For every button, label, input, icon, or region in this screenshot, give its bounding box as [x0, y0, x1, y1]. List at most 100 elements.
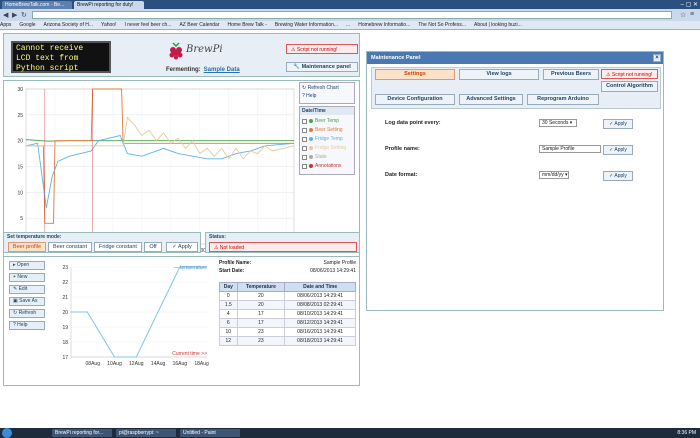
legend-item[interactable]: Fridge Temp: [302, 136, 352, 142]
bookmark-item[interactable]: About | looking buzi...: [474, 22, 522, 28]
legend-checkbox[interactable]: [302, 154, 307, 160]
taskbar-clock: 8:36 PM: [677, 430, 696, 436]
table-row[interactable]: 1.5 20 08/08/2013 02:29:41: [219, 300, 356, 310]
tab-device-configuration[interactable]: Device Configuration: [375, 94, 455, 105]
profile-open-button[interactable]: ▸ Open: [9, 261, 45, 270]
mode-off-button[interactable]: Off: [144, 242, 162, 252]
profile-refresh-button[interactable]: ↻ Refresh: [9, 309, 45, 318]
legend-color-swatch: [309, 155, 313, 159]
maintenance-script-alert: ⚠ Script not running!: [601, 69, 658, 79]
fermenting-info: Fermenting: Sample Data: [166, 67, 240, 73]
bookmark-item[interactable]: AZ Beer Calendar: [179, 22, 219, 28]
bookmark-item[interactable]: Yahoo!: [101, 22, 116, 28]
table-cell: 17: [236, 318, 286, 328]
edit-label: Edit: [18, 286, 28, 292]
tab-settings[interactable]: Settings: [375, 69, 455, 80]
profile-name-input[interactable]: Sample Profile: [539, 145, 601, 153]
profile-name-label: Profile Name:: [219, 260, 252, 266]
bookmark-item[interactable]: ...: [346, 22, 350, 28]
profile-edit-button[interactable]: ✎ Edit: [9, 285, 45, 294]
y-tick-label: 5: [20, 216, 23, 222]
url-input[interactable]: [32, 11, 672, 19]
series-line: [26, 116, 295, 160]
refresh-chart-button[interactable]: ↻ Refresh Chart: [302, 85, 352, 91]
table-cell: 08/16/2013 14:29:41: [284, 327, 356, 337]
bookmark-item[interactable]: Google: [19, 22, 35, 28]
table-row[interactable]: 6 17 08/12/2013 14:29:41: [219, 318, 356, 328]
legend-item[interactable]: Fridge Setting: [302, 145, 352, 151]
y-tick-label: 21: [62, 295, 68, 301]
maintenance-panel-button[interactable]: 🔧 Maintenance panel: [286, 62, 358, 72]
legend-checkbox[interactable]: [302, 145, 307, 151]
profile-save-as-button[interactable]: ▣ Save As: [9, 297, 45, 306]
window-controls[interactable]: – ▢ ✕: [681, 1, 698, 8]
bookmark-item[interactable]: Arizona Society of H...: [44, 22, 93, 28]
mode-beer-constant-button[interactable]: Beer constant: [48, 242, 92, 252]
legend-item[interactable]: State: [302, 154, 352, 160]
tab-control-algorithm[interactable]: Control Algorithm: [601, 81, 658, 92]
series-line: [26, 88, 294, 224]
refresh-label: Refresh: [18, 310, 37, 316]
table-row[interactable]: 10 23 08/16/2013 14:29:41: [219, 327, 356, 337]
back-icon[interactable]: ◀: [3, 11, 8, 19]
legend-head: Date/Time: [300, 107, 354, 115]
y-tick-label: 20: [17, 139, 23, 145]
reload-icon[interactable]: ↻: [21, 11, 27, 19]
fermenting-label: Fermenting:: [166, 67, 201, 73]
mode-beer-profile-button[interactable]: Beer profile: [8, 242, 46, 252]
log-interval-select[interactable]: 30 Seconds ▾: [539, 119, 577, 127]
start-button-icon[interactable]: [2, 428, 12, 438]
legend-checkbox[interactable]: [302, 136, 307, 142]
bookmark-item[interactable]: Brewing Water Information...: [275, 22, 338, 28]
star-icon[interactable]: ☆: [680, 11, 686, 19]
bookmark-item[interactable]: Home Brew Talk -: [228, 22, 267, 28]
table-row[interactable]: 4 17 08/10/2013 14:29:41: [219, 309, 356, 319]
start-date-value: 08/06/2013 14:29:41: [310, 268, 356, 274]
maintenance-title-bar: Maintenance Panel ×: [367, 52, 663, 64]
mode-fridge-constant-button[interactable]: Fridge constant: [94, 242, 142, 252]
profile-name-apply-button[interactable]: ✓ Apply: [603, 145, 633, 155]
taskbar-item-brewpi[interactable]: BrewPi reporting for...: [52, 429, 112, 437]
beer-name-link[interactable]: Sample Data: [204, 67, 240, 73]
y-tick-label: 15: [17, 165, 23, 171]
table-row[interactable]: 12 23 08/18/2013 14:29:41: [219, 336, 356, 346]
legend-item[interactable]: Beer Temp: [302, 118, 352, 124]
legend-checkbox[interactable]: [302, 118, 307, 124]
script-status-alert: ⚠ Script not running!: [286, 44, 358, 54]
forward-icon[interactable]: ▶: [12, 11, 17, 19]
table-row[interactable]: 0 20 08/06/2013 14:29:41: [219, 291, 356, 301]
mode-apply-button[interactable]: ✓ Apply: [166, 242, 198, 252]
tab-advanced-settings[interactable]: Advanced Settings: [459, 94, 523, 105]
log-interval-apply-button[interactable]: ✓ Apply: [603, 119, 633, 129]
profile-new-button[interactable]: + New: [9, 273, 45, 282]
lcd-display: Cannot receive LCD text from Python scri…: [11, 41, 111, 73]
legend-checkbox[interactable]: [302, 163, 307, 169]
close-icon[interactable]: ×: [653, 54, 661, 62]
legend-label: Fridge Setting: [315, 145, 347, 151]
bookmark-item[interactable]: I never feel beer ch...: [124, 22, 171, 28]
legend-checkbox[interactable]: [302, 127, 307, 133]
date-format-apply-button[interactable]: ✓ Apply: [603, 171, 633, 181]
taskbar-item-putty[interactable]: pi@raspberrypi: ~: [116, 429, 176, 437]
tab-previous-beers[interactable]: Previous Beers: [543, 69, 599, 80]
bookmark-item[interactable]: The Not So Profess...: [418, 22, 466, 28]
browser-tab-homebrewtalk[interactable]: HomeBrewTalk.com - Be...: [2, 1, 72, 9]
profile-help-button[interactable]: ? Help: [9, 321, 45, 330]
bookmark-item[interactable]: Apps: [0, 22, 11, 28]
tab-reprogram-arduino[interactable]: Reprogram Arduino: [527, 94, 599, 105]
table-cell: 20: [236, 300, 286, 310]
table-cell: 23: [236, 327, 286, 337]
y-tick-label: 23: [62, 265, 68, 271]
browser-tab-brewpi[interactable]: BrewPi reporting for duty!: [74, 1, 144, 9]
taskbar-item-paint[interactable]: Untitled - Paint: [180, 429, 240, 437]
tab-view-logs[interactable]: View logs: [459, 69, 539, 80]
date-format-select[interactable]: mm/dd/yy ▾: [539, 171, 569, 179]
chart-help-button[interactable]: ? Help: [302, 93, 352, 99]
beer-profile-panel: ▸ Open + New ✎ Edit ▣ Save As ↻ Refresh …: [3, 256, 360, 386]
legend-item[interactable]: Beer Setting: [302, 127, 352, 133]
table-cell: 08/10/2013 14:29:41: [284, 309, 356, 319]
legend-item[interactable]: Annotations: [302, 163, 352, 169]
menu-icon[interactable]: ≡: [690, 11, 694, 18]
bookmark-item[interactable]: Homebrew Informatio...: [358, 22, 410, 28]
table-cell: 17: [236, 309, 286, 319]
